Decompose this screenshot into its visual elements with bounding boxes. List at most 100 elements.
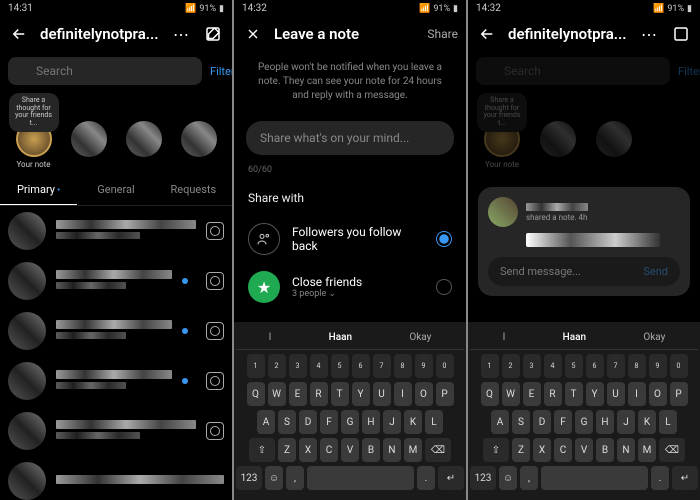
- camera-icon[interactable]: [206, 222, 224, 240]
- radio-unselected[interactable]: [436, 279, 452, 295]
- camera-icon[interactable]: [206, 372, 224, 390]
- key[interactable]: P: [436, 382, 454, 406]
- key[interactable]: 2: [268, 354, 286, 378]
- share-button[interactable]: Share: [427, 27, 458, 41]
- key[interactable]: L: [425, 410, 443, 434]
- key[interactable]: 7: [373, 354, 391, 378]
- key[interactable]: 6: [586, 354, 604, 378]
- key[interactable]: Q: [481, 382, 499, 406]
- key[interactable]: R: [544, 382, 562, 406]
- emoji-key[interactable]: ☺: [265, 466, 283, 490]
- close-icon[interactable]: [242, 23, 264, 45]
- back-icon[interactable]: [8, 23, 30, 45]
- key[interactable]: N: [383, 438, 401, 462]
- enter-key[interactable]: ↵: [438, 466, 464, 490]
- key[interactable]: L: [659, 410, 677, 434]
- key[interactable]: 1: [247, 354, 265, 378]
- key[interactable]: D: [533, 410, 551, 434]
- comma-key[interactable]: ,: [286, 466, 304, 490]
- suggestion[interactable]: I: [269, 332, 272, 343]
- key[interactable]: 9: [649, 354, 667, 378]
- suggestion[interactable]: Haan: [329, 332, 352, 343]
- backspace-key[interactable]: ⌫: [425, 438, 451, 462]
- key[interactable]: U: [607, 382, 625, 406]
- camera-icon[interactable]: [206, 422, 224, 440]
- key[interactable]: P: [670, 382, 688, 406]
- key[interactable]: I: [394, 382, 412, 406]
- key[interactable]: S: [512, 410, 530, 434]
- camera-icon[interactable]: [206, 272, 224, 290]
- suggestion[interactable]: Okay: [643, 332, 665, 343]
- dm-row[interactable]: [0, 306, 232, 356]
- key[interactable]: G: [341, 410, 359, 434]
- space-key[interactable]: [541, 466, 648, 490]
- key[interactable]: 7: [607, 354, 625, 378]
- key[interactable]: X: [299, 438, 317, 462]
- your-note[interactable]: Share a thought for your friends t... Yo…: [8, 95, 59, 169]
- key[interactable]: H: [596, 410, 614, 434]
- key[interactable]: V: [341, 438, 359, 462]
- key[interactable]: C: [320, 438, 338, 462]
- back-icon[interactable]: [476, 23, 498, 45]
- key[interactable]: D: [299, 410, 317, 434]
- key[interactable]: B: [596, 438, 614, 462]
- key[interactable]: C: [554, 438, 572, 462]
- key[interactable]: F: [554, 410, 572, 434]
- note-item[interactable]: [532, 95, 584, 169]
- key[interactable]: M: [638, 438, 656, 462]
- key[interactable]: 4: [310, 354, 328, 378]
- emoji-key[interactable]: ☺: [499, 466, 517, 490]
- avatar[interactable]: [488, 197, 518, 227]
- share-option-followers[interactable]: Followers you follow back: [234, 215, 466, 263]
- key[interactable]: A: [257, 410, 275, 434]
- key[interactable]: O: [415, 382, 433, 406]
- camera-icon[interactable]: [206, 322, 224, 340]
- key[interactable]: B: [362, 438, 380, 462]
- key[interactable]: 2: [502, 354, 520, 378]
- key[interactable]: Y: [352, 382, 370, 406]
- search-input[interactable]: [476, 57, 670, 85]
- compose-icon[interactable]: [202, 23, 224, 45]
- note-input[interactable]: Share what's on your mind...: [246, 121, 454, 155]
- keyboard[interactable]: I Haan Okay 1234567890 QWERTYUIOP ASDFGH…: [234, 322, 466, 500]
- key[interactable]: I: [628, 382, 646, 406]
- dm-row[interactable]: [0, 206, 232, 256]
- key[interactable]: 3: [289, 354, 307, 378]
- key[interactable]: 4: [544, 354, 562, 378]
- key[interactable]: F: [320, 410, 338, 434]
- dm-row[interactable]: [0, 406, 232, 456]
- key[interactable]: W: [502, 382, 520, 406]
- key[interactable]: 5: [331, 354, 349, 378]
- key[interactable]: Q: [247, 382, 265, 406]
- dm-row[interactable]: [0, 356, 232, 406]
- space-key[interactable]: [307, 466, 414, 490]
- key[interactable]: J: [383, 410, 401, 434]
- account-title[interactable]: definitelynotpra...: [40, 25, 160, 43]
- search-input[interactable]: [8, 57, 202, 85]
- key[interactable]: 3: [523, 354, 541, 378]
- key[interactable]: 0: [436, 354, 454, 378]
- shift-key[interactable]: ⇧: [249, 438, 275, 462]
- dm-row[interactable]: [0, 456, 232, 500]
- shift-key[interactable]: ⇧: [483, 438, 509, 462]
- more-icon[interactable]: ⋯: [170, 23, 192, 45]
- more-icon[interactable]: ⋯: [638, 23, 660, 45]
- key[interactable]: E: [523, 382, 541, 406]
- comma-key[interactable]: ,: [520, 466, 538, 490]
- key[interactable]: N: [617, 438, 635, 462]
- reply-input[interactable]: Send message... Send: [488, 257, 680, 286]
- key[interactable]: 6: [352, 354, 370, 378]
- key[interactable]: K: [404, 410, 422, 434]
- key[interactable]: O: [649, 382, 667, 406]
- key[interactable]: 8: [394, 354, 412, 378]
- key[interactable]: 8: [628, 354, 646, 378]
- note-item[interactable]: [588, 95, 640, 169]
- key[interactable]: 9: [415, 354, 433, 378]
- key[interactable]: H: [362, 410, 380, 434]
- key-123[interactable]: 123: [236, 466, 262, 490]
- note-item[interactable]: [63, 95, 114, 169]
- share-option-close-friends[interactable]: ★ Close friends 3 people ⌄: [234, 263, 466, 311]
- suggestion[interactable]: Okay: [409, 332, 431, 343]
- filter-button[interactable]: Filter: [210, 65, 232, 78]
- key[interactable]: Z: [278, 438, 296, 462]
